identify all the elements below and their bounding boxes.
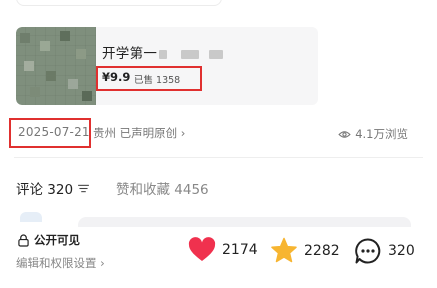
sold-count: 已售 1358 [134, 75, 181, 86]
collect-count: 2282 [304, 242, 340, 259]
eye-icon [338, 130, 351, 138]
collect-button[interactable]: 2282 [270, 237, 340, 264]
tab-comments[interactable]: 评论 320 [16, 178, 89, 198]
lock-icon [18, 233, 29, 247]
location-originality-link[interactable]: 贵州 已声明原创 › [93, 125, 185, 141]
star-icon [271, 237, 297, 263]
heart-icon [188, 237, 216, 261]
comment-button[interactable]: 320 [354, 237, 415, 265]
product-title[interactable]: 开学第一 [102, 42, 224, 62]
avatar[interactable] [20, 212, 42, 222]
like-button[interactable]: 2174 [188, 237, 258, 263]
edit-permission-link[interactable]: 编辑和权限设置 › [16, 255, 105, 271]
comment-count: 320 [388, 243, 415, 259]
views-label: 4.1万浏览 [355, 127, 408, 141]
obscured-text [181, 49, 200, 59]
product-thumbnail [16, 27, 96, 105]
comment-bubble-icon [355, 238, 381, 264]
visibility-status[interactable]: 公开可见 [18, 232, 80, 248]
tab-comments-label: 评论 320 [16, 182, 74, 198]
obscured-text [159, 49, 168, 59]
tab-likes-and-collects[interactable]: 赞和收藏 4456 [116, 178, 209, 198]
product-price: ¥9.9 [102, 70, 131, 84]
obscured-text [209, 49, 224, 59]
view-count: 4.1万浏览 [338, 126, 408, 142]
post-date: 2025-07-21 [18, 125, 90, 139]
divider [14, 157, 423, 158]
comment-item[interactable] [78, 217, 411, 227]
visibility-label: 公开可见 [34, 233, 80, 247]
like-count: 2174 [222, 242, 258, 258]
previous-card-edge [16, 0, 222, 6]
sort-lines-icon[interactable] [78, 184, 89, 193]
